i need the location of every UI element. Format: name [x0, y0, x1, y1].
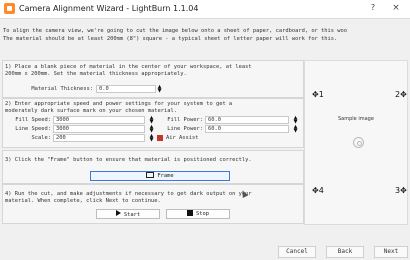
intro-line-1: To align the camera view, we're going to… — [3, 28, 348, 34]
intro-text: To align the camera view, we're going to… — [3, 28, 405, 43]
cancel-button[interactable]: Cancel — [278, 246, 316, 258]
fill-speed-input[interactable]: 3000 — [53, 116, 145, 124]
step4-line-2: material. When complete, click Next to c… — [5, 198, 161, 204]
start-button[interactable]: Start — [96, 209, 160, 219]
line-speed-input[interactable]: 3000 — [53, 125, 145, 133]
material-thickness-spinner[interactable]: ▲ ▼ — [157, 85, 162, 94]
scale-spinner[interactable]: ▲ ▼ — [149, 134, 154, 143]
step1-line-2: 200mm x 200mm. Set the material thicknes… — [5, 71, 187, 77]
start-button-label: Start — [123, 212, 141, 218]
window-title: Camera Alignment Wizard - LightBurn 1.1.… — [19, 4, 199, 13]
material-thickness-input[interactable]: 0.0 — [96, 85, 156, 93]
step3-section: 3) Click the "Frame" button to ensure th… — [2, 150, 304, 184]
step4-section: 4) Run the cut, and make adjustments if … — [2, 184, 304, 224]
stop-button[interactable]: Stop — [166, 209, 230, 219]
material-thickness-label: Material Thickness: — [31, 86, 93, 92]
alignment-marker-1: ✥1 — [312, 90, 324, 99]
step2-section: 2) Enter appropriate speed and power set… — [2, 98, 304, 148]
back-button[interactable]: Back — [326, 246, 364, 258]
air-assist-label: Air Assist — [166, 135, 199, 141]
frame-button[interactable]: Frame — [90, 171, 230, 181]
line-power-input[interactable]: 60.0 — [205, 125, 289, 133]
stop-icon — [187, 210, 193, 216]
stop-button-label: Stop — [196, 211, 209, 217]
intro-line-2: The material should be at least 200mm (8… — [3, 35, 338, 42]
alignment-marker-3: 3✥ — [395, 186, 407, 195]
fill-power-spinner[interactable]: ▲ ▼ — [293, 116, 298, 125]
sample-image-label: Sample image — [338, 116, 374, 122]
scale-input[interactable]: 200 — [53, 134, 145, 142]
sample-image-panel: ✥1 2✥ Sample image ✥4 3✥ — [304, 60, 408, 225]
alignment-marker-4: ✥4 — [312, 186, 324, 195]
help-button[interactable]: ? — [366, 3, 380, 15]
step3-line-1: 3) Click the "Frame" button to ensure th… — [5, 157, 252, 163]
frame-icon — [146, 172, 155, 178]
fill-power-label: Fill Power: — [167, 117, 203, 123]
target-icon — [353, 137, 364, 148]
close-button[interactable]: × — [388, 3, 404, 15]
air-assist-checkbox[interactable] — [157, 135, 163, 141]
scale-label: Scale: — [31, 135, 51, 141]
next-button[interactable]: Next — [374, 246, 408, 258]
step1-section: 1) Place a blank piece of material in th… — [2, 60, 304, 98]
lightburn-app-icon — [4, 3, 15, 14]
frame-button-label: Frame — [157, 173, 174, 179]
fill-power-input[interactable]: 60.0 — [205, 116, 289, 124]
title-bar: Camera Alignment Wizard - LightBurn 1.1.… — [0, 0, 410, 19]
line-power-label: Line Power: — [167, 126, 203, 132]
line-power-spinner[interactable]: ▲ ▼ — [293, 125, 298, 134]
play-icon — [115, 210, 121, 216]
fill-speed-label: Fill Speed: — [15, 117, 51, 123]
line-speed-label: Line Speed: — [15, 126, 51, 132]
alignment-marker-2: 2✥ — [395, 90, 407, 99]
